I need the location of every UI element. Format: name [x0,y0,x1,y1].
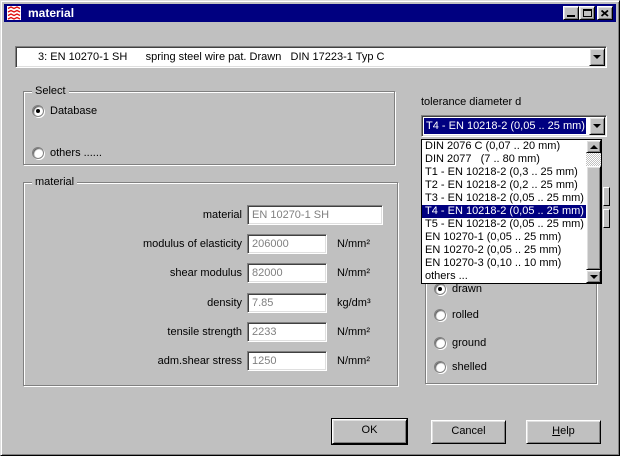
radio-ground[interactable] [434,337,446,349]
dropdown-option[interactable]: DIN 2077 (7 .. 80 mm) [422,153,586,166]
modulus-of-elasticity-label: modulus of elasticity [24,234,242,254]
dropdown-scrollbar[interactable] [586,140,601,283]
scrollbar-track[interactable] [586,153,601,166]
material-select-value: 3: EN 10270-1 SH spring steel wire pat. … [18,49,586,65]
close-icon [601,10,609,17]
obscured-control-fragment [603,209,610,228]
dropdown-option[interactable]: EN 10270-3 (0,10 .. 10 mm) [422,257,586,270]
radio-shelled-label[interactable]: shelled [452,360,487,374]
material-field[interactable]: EN 10270-1 SH [247,205,383,225]
tolerance-diameter-label: tolerance diameter d [421,96,521,108]
material-groupbox: material material EN 10270-1 SH modulus … [23,182,398,386]
material-field-label: material [24,205,242,225]
tensile-strength-unit: N/mm² [337,322,370,342]
modulus-of-elasticity-unit: N/mm² [337,234,370,254]
minimize-button[interactable] [563,6,579,20]
adm-shear-stress-label: adm.shear stress [24,351,242,371]
dropdown-option[interactable]: EN 10270-2 (0,05 .. 25 mm) [422,244,586,257]
radio-others-label[interactable]: others ...... [50,146,102,160]
radio-others[interactable] [32,147,44,159]
material-select-dropdown-button[interactable] [589,48,605,66]
adm-shear-stress-field[interactable]: 1250 [247,351,327,371]
window-title: material [28,4,74,22]
select-groupbox-label: Select [32,85,69,98]
radio-rolled[interactable] [434,309,446,321]
density-field[interactable]: 7.85 [247,293,327,313]
dropdown-option[interactable]: T5 - EN 10218-2 (0,05 .. 25 mm) [422,218,586,231]
spring-icon [7,6,21,20]
help-accelerator: H [552,425,560,437]
radio-shelled[interactable] [434,361,446,373]
maximize-icon [583,9,592,17]
tensile-strength-field[interactable]: 2233 [247,322,327,342]
shear-modulus-field[interactable]: 82000 [247,263,327,283]
radio-ground-label[interactable]: ground [452,336,486,350]
tolerance-combobox[interactable]: T4 - EN 10218-2 (0,05 .. 25 mm) [421,115,607,137]
scroll-down-button[interactable] [586,270,601,283]
tensile-strength-label: tensile strength [24,322,242,342]
tolerance-dropdown-button[interactable] [589,117,605,135]
maximize-button[interactable] [579,6,595,20]
dropdown-option-highlighted[interactable]: T4 - EN 10218-2 (0,05 .. 25 mm) [422,205,586,218]
ok-button-default-ring: OK [331,418,408,445]
radio-rolled-label[interactable]: rolled [452,308,479,322]
density-unit: kg/dm³ [337,293,371,313]
material-groupbox-label: material [32,176,77,189]
help-button[interactable]: Help [526,420,601,444]
radio-drawn-label[interactable]: drawn [452,282,482,296]
shear-modulus-unit: N/mm² [337,263,370,283]
radio-database[interactable] [32,105,44,117]
dropdown-option[interactable]: DIN 2076 C (0,07 .. 20 mm) [422,140,586,153]
window-controls [563,6,613,20]
shear-modulus-label: shear modulus [24,263,242,283]
dropdown-option[interactable]: T3 - EN 10218-2 (0,05 .. 25 mm) [422,192,586,205]
help-label-rest: elp [560,425,575,437]
chevron-down-icon [593,124,601,128]
obscured-control-fragment [603,187,610,206]
tolerance-dropdown-list: DIN 2076 C (0,07 .. 20 mm) DIN 2077 (7 .… [421,139,602,284]
radio-drawn[interactable] [434,283,446,295]
adm-shear-stress-unit: N/mm² [337,351,370,371]
dropdown-option[interactable]: others ... [422,270,586,283]
radio-dot-icon [36,109,40,113]
radio-dot-icon [438,287,442,291]
cancel-button[interactable]: Cancel [431,420,506,444]
scrollbar-thumb[interactable] [586,166,601,270]
dropdown-option[interactable]: EN 10270-1 (0,05 .. 25 mm) [422,231,586,244]
radio-database-label[interactable]: Database [50,104,97,118]
density-label: density [24,293,242,313]
arrow-down-icon [590,275,598,279]
scroll-up-button[interactable] [586,140,601,153]
material-select-combobox[interactable]: 3: EN 10270-1 SH spring steel wire pat. … [15,46,607,68]
chevron-down-icon [593,55,601,59]
ok-button[interactable]: OK [332,419,407,444]
dropdown-option[interactable]: T2 - EN 10218-2 (0,2 .. 25 mm) [422,179,586,192]
dropdown-option[interactable]: T1 - EN 10218-2 (0,3 .. 25 mm) [422,166,586,179]
arrow-up-icon [590,145,598,149]
tolerance-selected-value: T4 - EN 10218-2 (0,05 .. 25 mm) [424,118,586,134]
modulus-of-elasticity-field[interactable]: 206000 [247,234,327,254]
titlebar[interactable]: material [4,4,616,22]
close-button[interactable] [597,6,613,20]
minimize-icon [567,15,575,17]
select-groupbox: Select Database others ...... [23,91,395,165]
material-dialog-window: material 3: EN 10270-1 SH spring steel w… [0,0,620,456]
